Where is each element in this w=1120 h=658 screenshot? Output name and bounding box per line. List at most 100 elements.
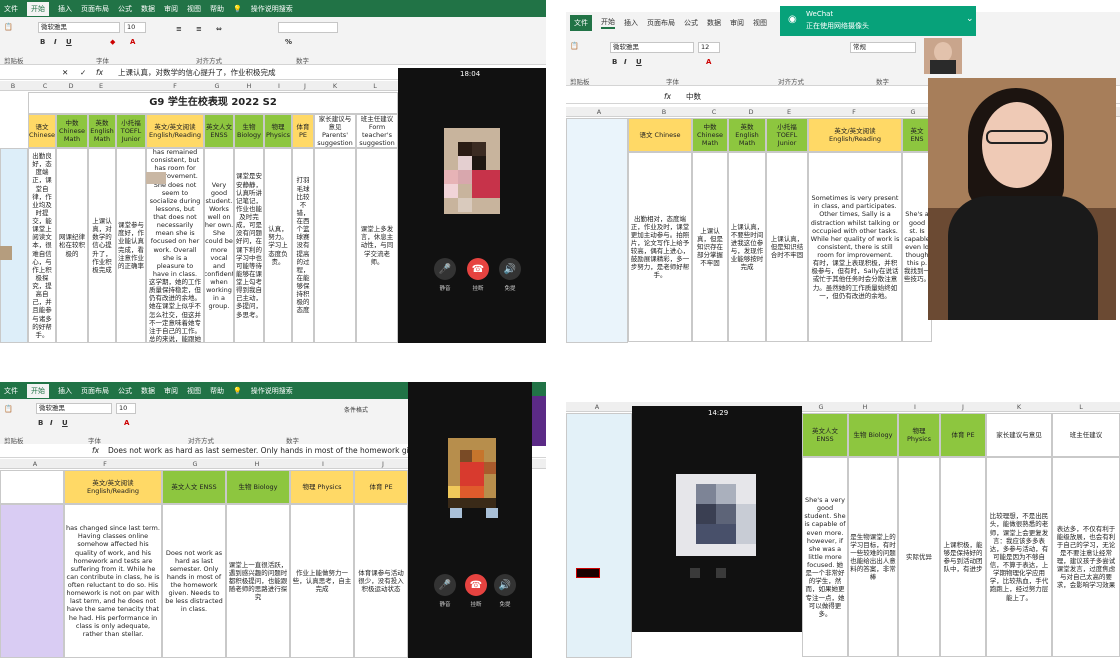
menu-formulas[interactable]: 公式 [118, 4, 132, 14]
wechat-notification[interactable]: ◉ WeChat 正在使用网络摄像头 ⌄ [780, 6, 976, 36]
col-k[interactable]: K [1014, 402, 1024, 412]
italic-button[interactable]: I [624, 58, 627, 66]
header-enss[interactable]: 英文人文 ENSS [204, 114, 234, 148]
col-l[interactable]: L [370, 81, 380, 91]
menu-insert[interactable]: 插入 [624, 18, 638, 28]
menu-home[interactable]: 开始 [27, 383, 49, 398]
menu-home[interactable]: 开始 [601, 17, 615, 29]
menu-data[interactable]: 数据 [707, 18, 721, 28]
col-h[interactable]: H [860, 402, 870, 412]
header-physics[interactable]: 物理 Physics [264, 114, 292, 148]
header-toefl-junior[interactable]: 小托福 TOEFL Junior [116, 114, 146, 148]
header-teacher-suggestion[interactable]: 班主任建议 Form teacher's suggestion [356, 114, 398, 148]
underline-button[interactable]: U [636, 58, 642, 66]
font-size-select[interactable]: 10 [116, 403, 136, 414]
menu-formulas[interactable]: 公式 [684, 18, 698, 28]
col-i[interactable]: I [910, 402, 920, 412]
italic-button[interactable]: I [54, 38, 57, 46]
cancel-icon[interactable]: ✕ [62, 66, 68, 80]
video-call-window[interactable]: 🎤 ☎ 🔊 静音 挂断 免提 [408, 382, 532, 658]
cell-chinese[interactable]: 出勤相对，态度端正，作业及时，课堂更加主动参与。拍照片，论文写作上给予较高，偶有… [628, 152, 692, 342]
video-call-window[interactable]: 18:04 🎤 ☎ 🔊 静音 挂断 免提 [398, 68, 546, 343]
cond-format-button[interactable]: 条件格式 [344, 405, 368, 414]
menu-help[interactable]: 帮助 [210, 4, 224, 14]
header-english-reading[interactable]: 英文/英文阅读 English/Reading [64, 470, 162, 504]
number-format-select[interactable]: 常规 [850, 42, 916, 53]
menu-view[interactable]: 视图 [753, 18, 767, 28]
header-chinese[interactable]: 语文 Chinese [628, 118, 692, 152]
font-name-select[interactable]: 微软雅黑 [610, 42, 694, 53]
cell-biology[interactable]: 是生物课堂上的学习目标，有时一些较难的问题也能给出出人意料的答案，非常棒 [848, 457, 898, 657]
underline-button[interactable]: U [66, 38, 72, 46]
header-biology[interactable]: 生物 Biology [234, 114, 264, 148]
cell-physics[interactable]: 实际优异 [898, 457, 940, 657]
mute-button[interactable]: 🎤 [434, 574, 456, 596]
percent-button[interactable]: % [285, 38, 292, 46]
tell-me-search[interactable]: 操作说明搜索 [251, 386, 293, 396]
header-physics[interactable]: 物理 Physics [290, 470, 354, 504]
header-parent-suggestion[interactable]: 家长建议与意见 [986, 413, 1052, 457]
menu-file[interactable]: 文件 [570, 15, 592, 31]
confirm-icon[interactable]: ✓ [80, 66, 86, 80]
header-english-reading[interactable]: 英文/英文阅读 English/Reading [146, 114, 204, 148]
header-biology[interactable]: 生物 Biology [848, 413, 898, 457]
bold-button[interactable]: B [38, 419, 43, 427]
cell-english-reading[interactable]: has changed since last term. Having clas… [64, 504, 162, 658]
col-k[interactable]: K [330, 81, 340, 91]
video-call-window[interactable]: 14:29 [632, 406, 802, 632]
menu-home[interactable]: 开始 [27, 1, 49, 16]
col-d[interactable]: D [746, 107, 756, 117]
col-a[interactable]: A [594, 107, 604, 117]
menu-help[interactable]: 帮助 [210, 386, 224, 396]
menu-file[interactable]: 文件 [4, 4, 18, 14]
col-f[interactable]: F [170, 81, 180, 91]
col-l[interactable]: L [1076, 402, 1086, 412]
col-c[interactable]: C [709, 107, 719, 117]
cell-teacher[interactable]: 表达多，不仅有利于能级放展，也会有利于自己的学习，无论是不要注意让经常理，建议孩… [1052, 457, 1120, 657]
cell-english-reading[interactable]: Sometimes is very present in class, and … [808, 152, 902, 342]
cell-chinese[interactable]: 出勤良好，态度端正，课堂自律，作业均及时提交，能课堂上阅读文本，很难自信心，与作… [28, 148, 56, 343]
paste-button[interactable]: 📋 [4, 405, 13, 413]
row-label-cell[interactable] [0, 504, 64, 658]
hangup-button[interactable]: ☎ [467, 258, 489, 280]
hangup-button[interactable]: ☎ [465, 574, 487, 596]
number-format-select[interactable] [278, 22, 338, 33]
font-color-button[interactable]: A [706, 58, 711, 66]
menu-data[interactable]: 数据 [141, 4, 155, 14]
cell-enss[interactable]: Does not work as hard as last semester. … [162, 504, 226, 658]
col-g[interactable]: G [212, 81, 222, 91]
menu-page-layout[interactable]: 页面布局 [647, 18, 675, 28]
menu-review[interactable]: 审阅 [730, 18, 744, 28]
align-center-button[interactable]: ≡ [196, 25, 202, 33]
underline-button[interactable]: U [62, 419, 68, 427]
col-d[interactable]: D [66, 81, 76, 91]
cell-enss[interactable]: Very good student. Works well on her own… [204, 148, 234, 343]
menu-page-layout[interactable]: 页面布局 [81, 4, 109, 14]
font-name-select[interactable]: 微软雅黑 [36, 403, 112, 414]
menu-file[interactable]: 文件 [4, 386, 18, 396]
font-size-select[interactable]: 10 [124, 22, 146, 33]
col-i[interactable]: I [318, 459, 328, 469]
paste-button[interactable]: 📋 [4, 23, 13, 31]
menu-formulas[interactable]: 公式 [118, 386, 132, 396]
font-color-button[interactable]: A [124, 419, 129, 427]
header-toefl-junior[interactable]: 小托福 TOEFL Junior [766, 118, 808, 152]
col-j[interactable]: J [300, 81, 310, 91]
header-chinese-math[interactable]: 中数 Chinese Math [692, 118, 728, 152]
col-h[interactable]: H [244, 81, 254, 91]
header-enss[interactable]: 英文人文 ENSS [162, 470, 226, 504]
cell-chinese-math[interactable]: 上课认真，但是知识存在部分掌握不牢固 [692, 152, 728, 342]
col-f[interactable]: F [849, 107, 859, 117]
bold-button[interactable]: B [612, 58, 617, 66]
header-pe[interactable]: 体育 PE [354, 470, 408, 504]
col-b[interactable]: B [659, 107, 669, 117]
font-name-select[interactable]: 微软雅黑 [38, 22, 120, 33]
col-h[interactable]: H [252, 459, 262, 469]
header-pe[interactable]: 体育 PE [940, 413, 986, 457]
col-c[interactable]: C [40, 81, 50, 91]
cell-pe[interactable]: 上课积极，能够是保持好的参与到活动团队中，有进步 [940, 457, 986, 657]
col-g[interactable]: G [816, 402, 826, 412]
mute-button[interactable]: 🎤 [434, 258, 456, 280]
cell-physics[interactable]: 认真，努力。学习上态度负责。 [264, 148, 292, 343]
font-size-select[interactable]: 12 [698, 42, 720, 53]
